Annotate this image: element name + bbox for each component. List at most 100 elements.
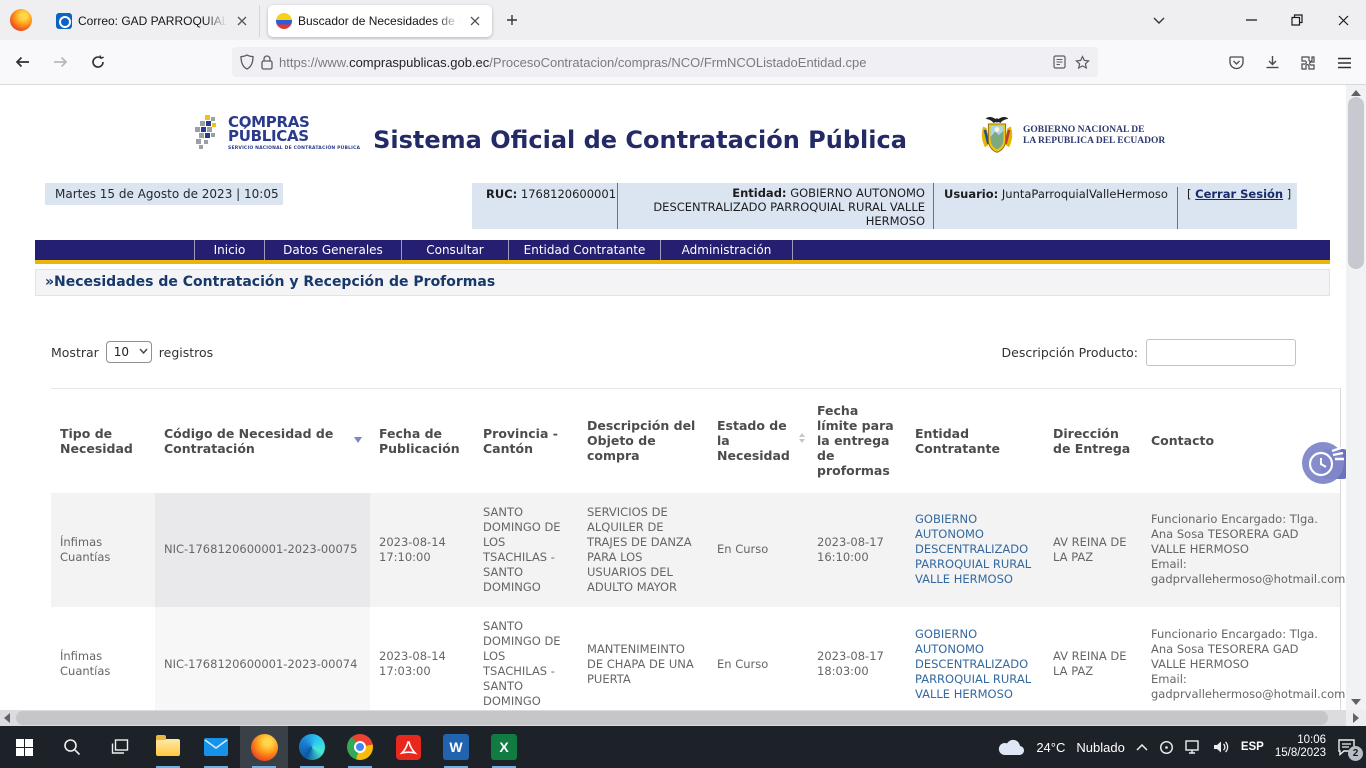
nav-item-administracion[interactable]: Administración xyxy=(661,240,793,260)
logout-bracket: [ xyxy=(1187,187,1192,201)
reader-view-icon[interactable] xyxy=(1053,55,1066,69)
firefox-taskbar-icon[interactable] xyxy=(240,726,288,768)
keyboard-language[interactable]: ESP xyxy=(1241,741,1264,753)
tab-close-icon[interactable] xyxy=(466,12,484,30)
nav-item-datos-generales[interactable]: Datos Generales xyxy=(265,240,402,260)
ecuador-crest-favicon-icon xyxy=(276,13,292,29)
ruc-value: 1768120600001 xyxy=(521,187,616,201)
chrome-taskbar-icon[interactable] xyxy=(336,726,384,768)
col-direccion-entrega[interactable]: Dirección de Entrega xyxy=(1044,389,1142,493)
scroll-down-icon[interactable] xyxy=(1351,699,1361,705)
nav-item-inicio[interactable]: Inicio xyxy=(195,240,265,260)
bookmark-star-icon[interactable] xyxy=(1075,55,1090,70)
pocket-icon[interactable] xyxy=(1220,47,1252,79)
firefox-logo-icon xyxy=(10,9,32,31)
session-usuario: Usuario: JuntaParroquialValleHermoso [ C… xyxy=(934,183,1297,229)
fecha-publicacion-cell: 2023-08-14 17:03:00 xyxy=(370,607,474,711)
taskbar-clock[interactable]: 10:06 15/8/2023 xyxy=(1275,734,1326,760)
direccion-cell: AV REINA DE LA PAZ xyxy=(1044,493,1142,607)
vertical-scrollbar-thumb[interactable] xyxy=(1348,97,1364,269)
menu-hamburger-icon[interactable] xyxy=(1328,47,1360,79)
scroll-left-icon[interactable] xyxy=(4,713,10,723)
back-button[interactable] xyxy=(6,46,38,78)
task-view-icon[interactable] xyxy=(96,726,144,768)
col-estado-necesidad[interactable]: Estado de la Necesidad xyxy=(708,389,808,493)
taskbar-time: 10:06 xyxy=(1275,734,1326,747)
mail-app-icon[interactable] xyxy=(192,726,240,768)
acrobat-taskbar-icon[interactable] xyxy=(384,726,432,768)
session-separator xyxy=(1177,187,1178,229)
col-fecha-limite[interactable]: Fecha límite para la entrega de proforma… xyxy=(808,389,906,493)
list-all-tabs-button[interactable] xyxy=(1142,0,1176,40)
codigo-cell: NIC-1768120600001-2023-00075 xyxy=(155,493,370,607)
provincia-cell: SANTO DOMINGO DE LOS TSACHILAS - SANTO D… xyxy=(474,493,578,607)
tab-correo[interactable]: Correo: GAD PARROQUIAL VALL xyxy=(48,5,260,37)
session-entidad: Entidad: GOBIERNO AUTONOMO DESCENTRALIZA… xyxy=(618,183,934,229)
file-explorer-icon[interactable] xyxy=(144,726,192,768)
gov-line1: GOBIERNO NACIONAL DE xyxy=(1023,125,1165,136)
windows-taskbar: W X 24°C Nublado ESP 10:0 xyxy=(0,726,1366,768)
taskbar-search-icon[interactable] xyxy=(48,726,96,768)
main-navigation: Inicio Datos Generales Consultar Entidad… xyxy=(35,240,1330,260)
restore-button[interactable] xyxy=(1274,0,1320,40)
volume-icon[interactable] xyxy=(1213,740,1230,754)
estado-cell: En Curso xyxy=(708,607,808,711)
word-taskbar-icon[interactable]: W xyxy=(432,726,480,768)
logout-link[interactable]: Cerrar Sesión xyxy=(1195,187,1283,201)
page-size-control: Mostrar 10 registros xyxy=(51,341,213,363)
outlook-favicon-icon xyxy=(56,13,72,29)
tray-chevron-up-icon[interactable] xyxy=(1136,744,1148,751)
horizontal-scrollbar-thumb[interactable] xyxy=(16,711,1328,725)
direccion-cell: AV REINA DE LA PAZ xyxy=(1044,607,1142,711)
col-provincia-canton[interactable]: Provincia - Cantón xyxy=(474,389,578,493)
scroll-right-icon[interactable] xyxy=(1353,713,1359,723)
col-entidad-contratante[interactable]: Entidad Contratante xyxy=(906,389,1044,493)
nav-item-entidad-contratante[interactable]: Entidad Contratante xyxy=(509,240,661,260)
vertical-scrollbar[interactable] xyxy=(1346,85,1366,710)
weather-temp[interactable]: 24°C xyxy=(1036,740,1065,755)
ecuador-coat-of-arms-icon xyxy=(978,113,1016,159)
url-bar[interactable]: https://www.compraspublicas.gob.ec/Proce… xyxy=(232,47,1098,77)
close-window-button[interactable] xyxy=(1320,0,1366,40)
download-icon[interactable] xyxy=(1256,47,1288,79)
contact-email-label: Email: xyxy=(1151,557,1331,572)
table-header-row: Tipo de Necesidad Código de Necesidad de… xyxy=(51,389,1340,493)
reload-button[interactable] xyxy=(82,46,114,78)
scrollbar-corner[interactable] xyxy=(1346,710,1366,726)
scroll-up-icon[interactable] xyxy=(1351,90,1361,96)
minimize-button[interactable] xyxy=(1228,0,1274,40)
floating-clock-widget[interactable] xyxy=(1301,440,1346,488)
col-descripcion-objeto[interactable]: Descripción del Objeto de compra xyxy=(578,389,708,493)
shield-icon[interactable] xyxy=(240,54,254,70)
notification-center-icon[interactable]: 2 xyxy=(1337,739,1356,756)
product-filter-input[interactable] xyxy=(1146,339,1296,366)
horizontal-scrollbar[interactable] xyxy=(0,710,1346,726)
extensions-puzzle-icon[interactable] xyxy=(1292,47,1324,79)
sort-desc-icon xyxy=(354,437,362,443)
forward-button[interactable] xyxy=(44,46,76,78)
col-codigo[interactable]: Código de Necesidad de Contratación xyxy=(155,389,370,493)
entidad-link[interactable]: GOBIERNO AUTONOMO DESCENTRALIZADO PARROQ… xyxy=(915,627,1031,701)
tab-close-icon[interactable] xyxy=(233,12,251,30)
tray-app-icon[interactable] xyxy=(1159,740,1174,755)
provincia-cell: SANTO DOMINGO DE LOS TSACHILAS - SANTO D… xyxy=(474,607,578,711)
edge-taskbar-icon[interactable] xyxy=(288,726,336,768)
page-size-select[interactable]: 10 xyxy=(106,341,152,363)
url-text: https://www.compraspublicas.gob.ec/Proce… xyxy=(279,55,1053,70)
contact-email: gadprvallehermoso@hotmail.com xyxy=(1151,572,1331,587)
product-filter: Descripción Producto: xyxy=(860,339,1296,366)
start-button[interactable] xyxy=(0,726,48,768)
excel-taskbar-icon[interactable]: X xyxy=(480,726,528,768)
contact-person: Funcionario Encargado: Tlga. Ana Sosa TE… xyxy=(1151,627,1331,672)
weather-condition[interactable]: Nublado xyxy=(1076,740,1124,755)
nav-item-consultar[interactable]: Consultar xyxy=(402,240,509,260)
tab-buscador[interactable]: Buscador de Necesidades de Co xyxy=(268,5,492,37)
network-icon[interactable] xyxy=(1185,740,1202,754)
col-fecha-publicacion[interactable]: Fecha de Publicación xyxy=(370,389,474,493)
entidad-link[interactable]: GOBIERNO AUTONOMO DESCENTRALIZADO PARROQ… xyxy=(915,512,1031,586)
col-tipo-necesidad[interactable]: Tipo de Necesidad xyxy=(51,389,155,493)
filter-label: Descripción Producto: xyxy=(1002,345,1138,360)
lock-icon[interactable] xyxy=(261,55,273,70)
new-tab-button[interactable] xyxy=(498,6,526,34)
descripcion-cell: MANTENIMEINTO DE CHAPA DE UNA PUERTA xyxy=(578,607,708,711)
